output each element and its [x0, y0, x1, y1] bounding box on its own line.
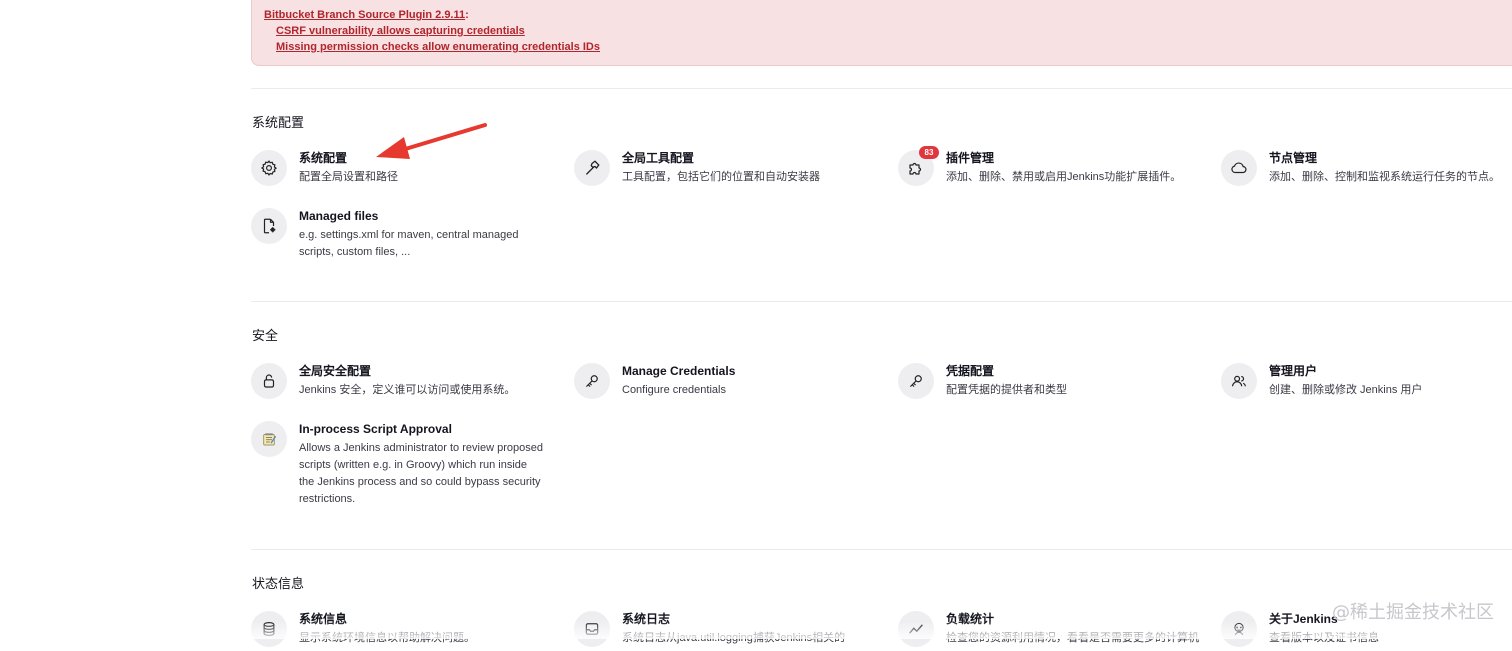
- item-title: 系统配置: [299, 151, 348, 165]
- section-divider: [251, 549, 1512, 550]
- item-title: 全局安全配置: [299, 364, 372, 378]
- alert-link-row: CSRF vulnerability allows capturing cred…: [264, 23, 1512, 39]
- item-description: Jenkins 安全，定义谁可以访问或使用系统。: [299, 384, 516, 396]
- manage-item-nodes[interactable]: 节点管理 添加、删除、控制和监视系统运行任务的节点。: [1221, 150, 1511, 190]
- section-title-security: 安全: [252, 328, 279, 343]
- alert-plugin-line: Bitbucket Branch Source Plugin 2.9.11:: [264, 7, 1512, 23]
- item-title: 凭据配置: [946, 364, 995, 378]
- item-title: In-process Script Approval: [299, 422, 452, 436]
- manage-item-global-security[interactable]: 全局安全配置 Jenkins 安全，定义谁可以访问或使用系统。: [251, 363, 551, 403]
- item-title: 全局工具配置: [622, 151, 695, 165]
- item-description: 配置凭据的提供者和类型: [946, 384, 1067, 396]
- item-title: 节点管理: [1269, 151, 1318, 165]
- manage-item-managed-files[interactable]: Managed files e.g. settings.xml for mave…: [251, 208, 551, 268]
- section-divider: [251, 88, 1512, 89]
- lock-icon: [251, 363, 287, 399]
- plugin-updates-badge: 83: [919, 146, 939, 159]
- manage-item-credential-providers[interactable]: 凭据配置 配置凭据的提供者和类型: [898, 363, 1198, 403]
- key-icon: [574, 363, 610, 399]
- manage-item-users[interactable]: 管理用户 创建、删除或修改 Jenkins 用户: [1221, 363, 1511, 403]
- annotation-arrow-icon: [376, 123, 487, 159]
- cloud-icon: [1221, 150, 1257, 186]
- item-title: Manage Credentials: [622, 364, 736, 378]
- alert-link-permission[interactable]: Missing permission checks allow enumerat…: [276, 41, 600, 53]
- item-description: Allows a Jenkins administrator to review…: [299, 442, 543, 505]
- key-icon: [898, 363, 934, 399]
- section-title-system-config: 系统配置: [252, 115, 305, 130]
- manage-item-script-approval[interactable]: In-process Script Approval Allows a Jenk…: [251, 421, 551, 511]
- watermark-text: @稀土掘金技术社区: [1332, 602, 1494, 623]
- manage-item-plugins[interactable]: 83 插件管理 添加、删除、禁用或启用Jenkins功能扩展插件。: [898, 146, 1198, 190]
- section-title-status: 状态信息: [252, 576, 305, 591]
- bottom-fade: [0, 621, 1512, 639]
- item-description: 添加、删除、控制和监视系统运行任务的节点。: [1269, 171, 1500, 183]
- file-gear-icon: [251, 208, 287, 244]
- item-title: 插件管理: [946, 151, 995, 165]
- item-description: 配置全局设置和路径: [299, 171, 398, 183]
- alert-link-csrf[interactable]: CSRF vulnerability allows capturing cred…: [276, 25, 525, 37]
- alert-link-row: Missing permission checks allow enumerat…: [264, 39, 1512, 55]
- section-divider: [251, 301, 1512, 302]
- security-alert-banner: Bitbucket Branch Source Plugin 2.9.11: C…: [251, 0, 1512, 66]
- manage-item-global-tools[interactable]: 全局工具配置 工具配置，包括它们的位置和自动安装器: [574, 150, 874, 190]
- item-description: 添加、删除、禁用或启用Jenkins功能扩展插件。: [946, 171, 1182, 183]
- item-title: Managed files: [299, 209, 379, 223]
- hammer-icon: [574, 150, 610, 186]
- users-icon: [1221, 363, 1257, 399]
- manage-item-manage-credentials[interactable]: Manage Credentials Configure credentials: [574, 363, 874, 403]
- item-description: Configure credentials: [622, 384, 726, 396]
- item-description: 工具配置，包括它们的位置和自动安装器: [622, 171, 820, 183]
- alert-colon: :: [465, 9, 469, 21]
- alert-plugin-link[interactable]: Bitbucket Branch Source Plugin 2.9.11: [264, 9, 465, 21]
- item-description: e.g. settings.xml for maven, central man…: [299, 229, 519, 258]
- notepad-icon: [251, 421, 287, 457]
- item-title: 管理用户: [1269, 364, 1318, 378]
- item-description: 创建、删除或修改 Jenkins 用户: [1269, 384, 1423, 396]
- gear-icon: [251, 150, 287, 186]
